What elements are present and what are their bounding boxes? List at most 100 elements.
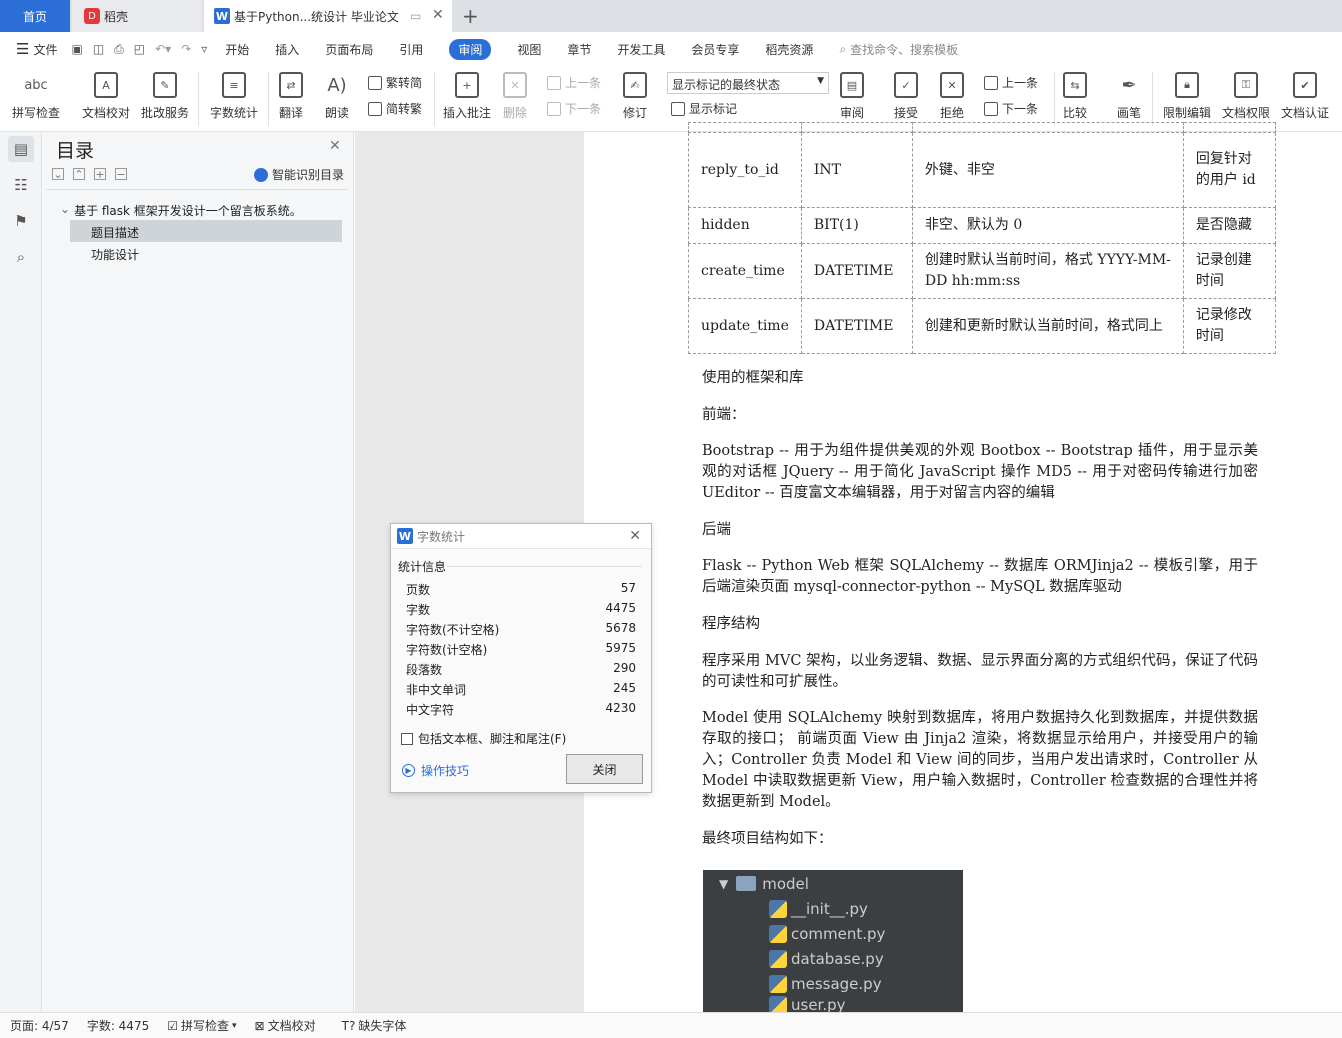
bookmark-icon[interactable]: ⚑ [8,208,34,234]
document-page[interactable]: reply_to_id INT 外键、非空 回复针对的用户 id hidden BIT(… [584,122,1342,1012]
compare-button[interactable]: ⇆ 比较 [1063,72,1087,121]
stat-label: 中文字符 [406,703,455,717]
stat-row: 页数 57 [406,581,636,598]
track-changes-button[interactable]: ✍ 修订 [623,72,647,121]
accept-button[interactable]: ✓ 接受 [894,72,918,121]
redo-icon[interactable]: ↷ [181,42,191,56]
hamburger-icon[interactable]: ☰ [16,40,29,58]
toc-item-level1[interactable]: ⌄ 基于 flask 框架开发设计一个留言板系统。 [60,202,302,219]
word-count-button[interactable]: ≡ 字数统计 [210,72,258,121]
chevron-down-icon[interactable]: ⌄ [60,202,70,219]
expand-down-icon[interactable]: ⌄ [52,168,64,181]
tab-home[interactable]: 首页 [0,0,70,32]
dialog-titlebar[interactable]: W 字数统计 ✕ [391,524,651,549]
remove-level-icon[interactable]: − [115,168,127,181]
review-pane-button[interactable]: ▤ 审阅 [840,72,864,121]
float-icon[interactable]: ▭ [410,9,421,23]
close-button[interactable]: 关闭 [566,754,643,784]
menu-member[interactable]: 会员专享 [691,41,739,58]
undo-icon[interactable]: ↶▾ [155,42,171,56]
collapse-up-icon[interactable]: ⌃ [73,168,85,181]
paragraph: 最终项目结构如下： [702,831,833,847]
track-changes-icon: ✍ [623,72,647,98]
stats-section-title: 统计信息 [398,560,447,574]
read-aloud-icon: A) [327,74,347,96]
review-pane-icon: ▤ [840,72,864,98]
menu-resources[interactable]: 稻壳资源 [765,41,813,58]
toc-item-selected[interactable]: 题目描述 [70,220,342,242]
python-file-icon [769,899,787,918]
menu-developer[interactable]: 开发工具 [617,41,665,58]
checkbox-label: 包括文本框、脚注和尾注(F) [418,732,567,746]
stat-label: 页数 [406,583,431,597]
stat-row: 字符数(不计空格) 5678 [406,621,636,638]
status-missing-font[interactable]: T? 缺失字体 [342,1017,407,1034]
document-rights-button[interactable]: ⚿ 文档权限 [1222,72,1270,121]
restrict-editing-button[interactable]: 🔒︎ 限制编辑 [1163,72,1211,121]
add-level-icon[interactable]: + [94,168,106,181]
status-spell-check[interactable]: ☑ 拼写检查 ▾ [167,1017,236,1034]
translate-icon: ⇄ [279,72,303,98]
quick-access-dropdown-icon[interactable]: ▿ [201,42,207,56]
paragraph: 后端 [702,522,731,538]
tab-document[interactable]: W 基于Python...统设计 毕业论文 ▭ ✕ [204,0,452,32]
reject-button[interactable]: ✕ 拒绝 [940,72,964,121]
toc-panel-icon[interactable]: ▤ [8,136,34,162]
close-icon[interactable]: ✕ [329,138,341,154]
pen-icon: ✒ [1121,74,1137,96]
document-cert-button[interactable]: ✔ 文档认证 [1281,72,1329,121]
close-icon[interactable]: ✕ [629,528,641,544]
table-row: update_time DATETIME 创建和更新时默认当前时间，格式同上 记录修改… [688,298,1276,354]
proofread-button[interactable]: A 文档校对 [82,72,130,121]
restrict-editing-label: 限制编辑 [1163,106,1212,120]
page-indicator[interactable]: 页面: 4/57 [10,1017,69,1034]
export-pdf-icon[interactable]: ◫ [93,42,104,56]
menu-page-layout[interactable]: 页面布局 [325,41,373,58]
read-aloud-button[interactable]: A) 朗读 [325,72,349,121]
file-label: user.py [791,996,846,1012]
pen-button[interactable]: ✒ 画笔 [1117,72,1141,121]
show-markup-button[interactable]: 显示标记 [671,100,737,117]
table-cell: DATETIME [800,243,913,299]
print-icon[interactable]: ⎙ [114,42,124,57]
menu-view[interactable]: 视图 [517,41,541,58]
word-count-indicator[interactable]: 字数: 4475 [87,1017,149,1034]
preview-icon[interactable]: ◰ [134,42,145,56]
simp-to-trad-button[interactable]: 简转繁 [368,100,422,117]
save-icon[interactable]: ▣ [71,42,82,56]
status-proofread[interactable]: ⊠ 文档校对 [255,1017,316,1034]
include-textbox-checkbox[interactable]: 包括文本框、脚注和尾注(F) [401,730,566,747]
correction-service-button[interactable]: ✎ 批改服务 [141,72,189,121]
divider [1054,72,1055,126]
menu-review[interactable]: 审阅 [449,38,492,60]
find-icon[interactable]: ⌕ [8,244,34,270]
prev-change-button[interactable]: 上一条 [984,74,1038,91]
next-comment-button[interactable]: 下一条 [547,100,601,117]
translate-button[interactable]: ⇄ 翻译 [279,72,303,121]
menu-reference[interactable]: 引用 [399,41,423,58]
document-rights-label: 文档权限 [1222,106,1271,120]
section-nav-icon[interactable]: ☷ [8,172,34,198]
smart-toc-button[interactable]: 智能识别目录 [254,166,344,183]
menu-insert[interactable]: 插入 [275,41,299,58]
trad-to-simp-button[interactable]: 繁转简 [368,74,422,91]
close-tab-icon[interactable]: ✕ [432,7,444,23]
next-change-button[interactable]: 下一条 [984,100,1038,117]
prev-comment-button[interactable]: 上一条 [547,74,601,91]
command-search[interactable]: 查找命令、搜索模板 [850,41,958,58]
markup-display-select[interactable]: 显示标记的最终状态 ▼ [667,72,829,94]
tab-daoke[interactable]: D 稻壳 [72,0,202,32]
menu-chapter[interactable]: 章节 [567,41,591,58]
spell-check-button[interactable]: abc 拼写检查 [12,72,60,121]
file-menu[interactable]: 文件 [33,41,57,58]
toc-item[interactable]: 功能设计 [91,246,139,263]
project-tree-image: ▼ model __init__.py comment.py database.p… [703,870,963,1012]
menu-start[interactable]: 开始 [225,41,249,58]
delete-comment-button[interactable]: ✕ 删除 [503,72,527,121]
play-icon: ▶ [402,764,415,777]
insert-comment-button[interactable]: + 插入批注 [443,72,491,121]
new-tab-icon[interactable]: + [462,4,479,28]
toc-title: 目录 [56,140,95,162]
tips-link[interactable]: ▶ 操作技巧 [402,762,469,779]
paragraph-heading: 程序结构 [702,616,760,632]
